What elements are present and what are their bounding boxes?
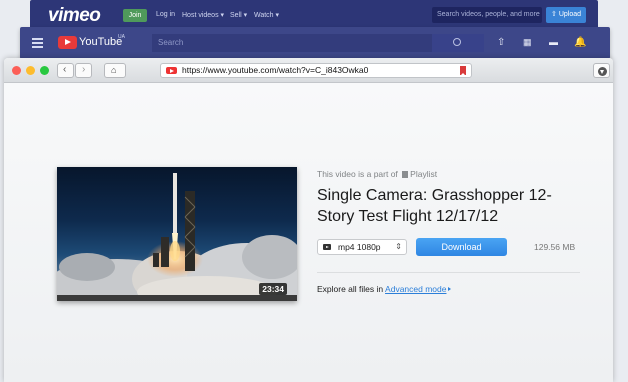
- video-duration-badge: 23:34: [259, 283, 287, 295]
- advanced-mode-link[interactable]: Advanced mode: [385, 284, 446, 294]
- close-window-button[interactable]: [12, 66, 21, 75]
- vimeo-upload-button[interactable]: ⇧ Upload: [546, 7, 586, 23]
- file-size: 129.56 MB: [534, 242, 576, 252]
- apps-grid-icon[interactable]: ▦: [523, 37, 532, 48]
- minimize-window-button[interactable]: [26, 66, 35, 75]
- address-bar[interactable]: https://www.youtube.com/watch?v=C_i843Ow…: [160, 63, 472, 78]
- rocket-launch-image: [57, 173, 297, 301]
- youtube-favicon-icon: [166, 67, 177, 74]
- chevron-right-icon: ›: [82, 64, 86, 75]
- upload-icon: ⇧: [550, 11, 557, 18]
- forward-button[interactable]: ›: [75, 63, 92, 78]
- select-arrows-icon: ⇕: [395, 242, 402, 251]
- url-text[interactable]: https://www.youtube.com/watch?v=C_i843Ow…: [182, 65, 368, 75]
- vimeo-logo[interactable]: vimeo: [48, 5, 101, 27]
- vimeo-sell-link[interactable]: Sell ▾: [230, 11, 247, 19]
- chevron-right-icon: [448, 287, 452, 291]
- page-content: 23:34 This video is a part of Playlist S…: [4, 83, 613, 382]
- downloads-button[interactable]: [593, 63, 610, 78]
- chevron-left-icon: ‹: [63, 64, 67, 75]
- playlist-link[interactable]: Playlist: [410, 169, 437, 179]
- explore-line: Explore all files in Advanced mode: [317, 284, 452, 294]
- browser-toolbar: ‹ › ⌂ https://www.youtube.com/watch?v=C_…: [4, 58, 613, 83]
- explore-prefix: Explore all files in: [317, 284, 384, 294]
- download-circle-icon: [598, 67, 607, 76]
- vimeo-login-link[interactable]: Log in: [156, 11, 175, 18]
- divider: [317, 272, 580, 273]
- search-icon: [453, 38, 461, 46]
- browser-window: ‹ › ⌂ https://www.youtube.com/watch?v=C_…: [4, 58, 613, 382]
- video-title: Single Camera: Grasshopper 12-Story Test…: [317, 187, 552, 225]
- chat-icon[interactable]: ▬: [549, 37, 558, 47]
- video-format-icon: [323, 244, 331, 250]
- youtube-search-input[interactable]: Search: [152, 34, 432, 52]
- vimeo-search-input[interactable]: Search videos, people, and more: [432, 7, 542, 23]
- bookmark-icon[interactable]: [460, 66, 466, 76]
- home-icon: ⌂: [111, 65, 117, 75]
- video-thumbnail[interactable]: 23:34: [57, 167, 297, 301]
- notifications-bell-icon[interactable]: 🔔: [574, 37, 586, 48]
- vimeo-join-button[interactable]: Join: [123, 9, 147, 22]
- youtube-region-label: UA: [118, 34, 125, 40]
- format-select-value: mp4 1080p: [338, 242, 381, 252]
- maximize-window-button[interactable]: [40, 66, 49, 75]
- vimeo-host-videos-link[interactable]: Host videos ▾: [182, 11, 224, 19]
- youtube-logo-icon[interactable]: [58, 36, 77, 49]
- youtube-search-button[interactable]: [432, 34, 484, 52]
- home-button[interactable]: ⌂: [104, 63, 126, 78]
- youtube-window-bar: YouTube UA Search ⇧ ▦ ▬ 🔔: [20, 27, 610, 59]
- playlist-prefix: This video is a part of: [317, 169, 398, 179]
- download-button[interactable]: Download: [416, 238, 507, 256]
- upload-arrow-icon[interactable]: ⇧: [497, 37, 505, 48]
- vimeo-upload-label: Upload: [558, 11, 581, 18]
- youtube-wordmark[interactable]: YouTube: [79, 36, 122, 48]
- hamburger-menu-icon[interactable]: [32, 38, 43, 50]
- format-select[interactable]: mp4 1080p ⇕: [317, 239, 407, 255]
- vimeo-watch-link[interactable]: Watch ▾: [254, 11, 279, 19]
- back-button[interactable]: ‹: [57, 63, 74, 78]
- playlist-icon: [402, 171, 409, 178]
- playlist-note: This video is a part of Playlist: [317, 169, 437, 179]
